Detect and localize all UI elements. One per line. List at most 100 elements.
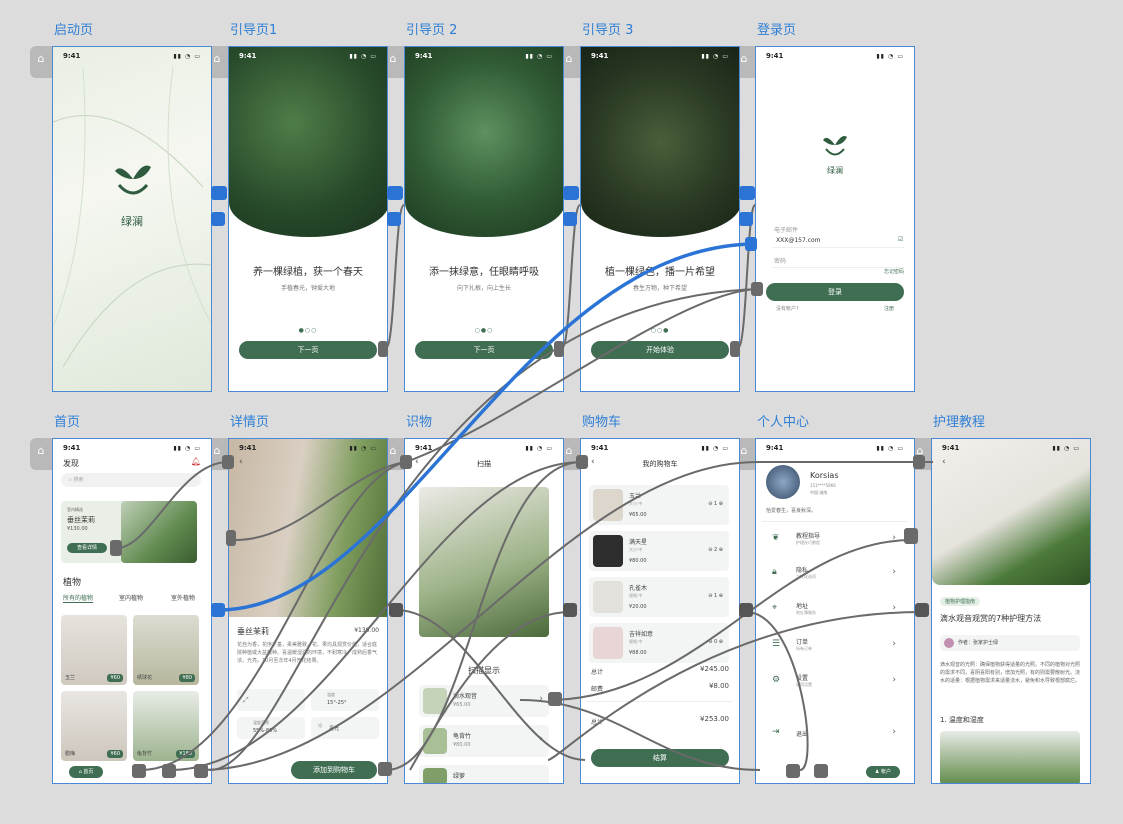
status-bar: 9:41 ▮▮ ◔ ▭ — [766, 444, 904, 452]
login-button[interactable]: 登录 — [766, 283, 904, 301]
plant-card[interactable]: 绣球花 ¥80 — [133, 615, 199, 685]
guide-subtitle: 向下扎根，向上生长 — [456, 285, 511, 292]
page-dots: ●○○ — [298, 327, 318, 334]
screen-login: 9:41 ▮▮ ◔ ▭ 绿澜 电子邮件 XXX@157.com ☑ 密码 忘记密码… — [755, 46, 915, 392]
banner-button[interactable]: 查看详情 — [67, 543, 107, 553]
brand-name: 绿澜 — [121, 215, 143, 228]
register-link[interactable]: 注册 — [884, 305, 894, 312]
tab-outdoor[interactable]: 室外植物 — [171, 593, 195, 602]
category-tag: 植物护理指南 — [940, 597, 981, 606]
nav-home[interactable]: ⌂ 首页 — [69, 766, 103, 778]
divider — [772, 247, 904, 248]
section-heading: 1. 温度和湿度 — [940, 716, 984, 724]
guide-title: 养一棵绿植，获一个春天 — [253, 267, 363, 278]
menu-item-address[interactable]: ⌖ 地址 地址簿服务 › — [756, 595, 914, 625]
banner-card[interactable]: 室内精选 垂丝茉莉 ¥130.00 查看详情 — [61, 501, 197, 563]
back-icon[interactable]: ‹ — [942, 457, 946, 467]
spec-card: 湿度范围 55%-80% — [237, 717, 305, 739]
screen-guide1: 9:41 ▮▮ ◔ ▭ 养一棵绿植，获一个春天 手植春光，钟爱大地 ●○○ 下一页 — [228, 46, 388, 392]
arrows-icon: ⤢ — [243, 696, 249, 704]
shipping-value: ¥8.00 — [708, 682, 729, 690]
next-button[interactable]: 下一页 — [239, 341, 377, 359]
wire-guide3-to-login — [737, 204, 756, 349]
back-icon[interactable]: ‹ — [239, 457, 243, 467]
checkout-button[interactable]: 结算 — [591, 749, 729, 767]
logo-sprout-icon — [115, 165, 151, 195]
user-phone: 151****5966 — [810, 483, 836, 488]
chevron-right-icon: › — [892, 727, 896, 737]
plant-card[interactable]: 龟背竹 ¥180 — [133, 691, 199, 761]
spec-card: 温度 15°-25° — [311, 689, 379, 711]
email-field[interactable]: XXX@157.com — [776, 237, 821, 244]
chevron-right-icon: › — [892, 639, 896, 649]
avatar[interactable] — [766, 465, 800, 499]
menu-item-settings[interactable]: ⚙ 设置 通用设置 › — [756, 667, 914, 697]
menu-item-logout[interactable]: ⇥ 退出 › — [756, 719, 914, 749]
quantity-stepper[interactable]: ⊖ 1 ⊕ — [708, 593, 723, 599]
status-bar: 9:41 ▮▮ ◔ ▭ — [415, 444, 553, 452]
article-body: 滴水观音的光照：确保植物获得适量的光照。不同的植物对光照的需求不同，喜阴喜阳有别… — [940, 662, 1081, 684]
result-item[interactable]: 龟背竹 ¥80.00 › — [419, 725, 549, 757]
plant-card[interactable]: 玉兰 ¥60 — [61, 615, 127, 685]
result-item[interactable]: 绿萝 — [419, 765, 549, 783]
menu-item-privacy[interactable]: 🔒︎ 隐私 个性化选项 › — [756, 559, 914, 589]
password-field[interactable]: 密码 — [774, 256, 786, 265]
quantity-stepper[interactable]: ⊖ 0 ⊕ — [708, 639, 723, 645]
result-item[interactable]: 滴水观音 ¥65.00 › — [419, 685, 549, 717]
logout-icon: ⇥ — [772, 727, 780, 737]
next-button[interactable]: 下一页 — [415, 341, 553, 359]
guide-subtitle: 春生万物，种下希望 — [632, 285, 687, 292]
home-marker-icon: ⌂ — [30, 46, 52, 78]
quantity-stepper[interactable]: ⊖ 2 ⊕ — [708, 547, 723, 553]
screen-tutorial: 9:41 ▮▮ ◔ ▭ ‹ 植物护理指南 滴水观音观赏的7种护理方法 作者：张家护… — [931, 438, 1091, 784]
guide-subtitle: 手植春光，钟爱大地 — [280, 285, 335, 292]
cart-item[interactable]: 吉祥如意 规格:中 ¥88.00 ⊖ 0 ⊕ — [589, 623, 729, 663]
cart-item[interactable]: 孔雀木 规格:中 ¥20.00 ⊖ 1 ⊕ — [589, 577, 729, 617]
status-bar: 9:41 ▮▮ ◔ ▭ — [591, 52, 729, 60]
add-to-cart-button[interactable]: 添加到购物车 — [291, 761, 377, 779]
nav-account[interactable]: ♟ 帐户 — [866, 766, 900, 778]
screen-guide2: 9:41 ▮▮ ◔ ▭ 添一抹绿意，任眼睛呼吸 向下扎根，向上生长 ○●○ 下一页 — [404, 46, 564, 392]
menu-item-orders[interactable]: ☰ 订单 所有订单 › — [756, 631, 914, 661]
guide-title: 添一抹绿意，任眼睛呼吸 — [429, 267, 539, 278]
start-button[interactable]: 开始体验 — [591, 341, 729, 359]
spec-card: ☼ 喜光 — [311, 717, 379, 739]
label-profile: 个人中心 — [757, 415, 810, 430]
search-input[interactable]: ⌕ 搜索 — [61, 473, 201, 487]
menu-item-tutorial[interactable]: ❦ 教程指导 护理技巧教程 › — [756, 525, 914, 555]
page-dots: ○●○ — [474, 327, 494, 334]
gear-icon: ⚙ — [772, 675, 781, 685]
product-image — [229, 439, 387, 617]
chevron-right-icon: › — [539, 694, 543, 704]
tab-indoor[interactable]: 室内植物 — [119, 593, 143, 602]
hero-image — [581, 47, 739, 237]
status-bar: 9:41 ▮▮ ◔ ▭ — [239, 444, 377, 452]
article-title: 滴水观音观赏的7种护理方法 — [940, 614, 1042, 623]
cart-item[interactable]: 满天星 大小:中 ¥80.00 ⊖ 2 ⊕ — [589, 531, 729, 571]
guide-title: 植一棵绿色，播一片希望 — [605, 267, 715, 278]
label-guide1: 引导页1 — [230, 23, 278, 38]
subtotal-value: ¥245.00 — [700, 665, 729, 673]
screen-launch: 9:41 ▮▮ ◔ ▭ 绿澜 — [52, 46, 212, 392]
user-quote: 恰爱春生，喜良秋深。 — [766, 508, 817, 514]
tab-all-plants[interactable]: 所有的植物 — [63, 593, 94, 603]
home-marker-icon: ⌂ — [30, 438, 52, 470]
quantity-stepper[interactable]: ⊖ 1 ⊕ — [708, 501, 723, 507]
screen-identify: 9:41 ▮▮ ◔ ▭ ‹ 扫描 扫描显示 滴水观音 ¥65.00 › 龟背竹 ¥… — [404, 438, 564, 784]
hero-image — [932, 439, 1090, 585]
wire-guide2-to-guide3 — [561, 204, 581, 349]
divider — [587, 701, 733, 702]
chevron-right-icon: › — [892, 533, 896, 543]
sun-icon: ☼ — [317, 722, 324, 730]
bell-icon[interactable]: 🔔︎ — [191, 457, 201, 466]
forgot-link[interactable]: 忘记密码 — [884, 268, 904, 275]
scan-image — [419, 487, 549, 637]
cart-item[interactable]: 玉兰 大小:中 ¥65.00 ⊖ 1 ⊕ — [589, 485, 729, 525]
lock-icon: 🔒︎ — [772, 567, 777, 577]
label-cart: 购物车 — [582, 415, 622, 430]
product-name: 垂丝茉莉 — [237, 627, 269, 636]
status-bar: 9:41 ▮▮ ◔ ▭ — [63, 444, 201, 452]
hero-image — [405, 47, 563, 237]
banner-image — [121, 501, 197, 563]
plant-card[interactable]: 腊梅 ¥60 — [61, 691, 127, 761]
